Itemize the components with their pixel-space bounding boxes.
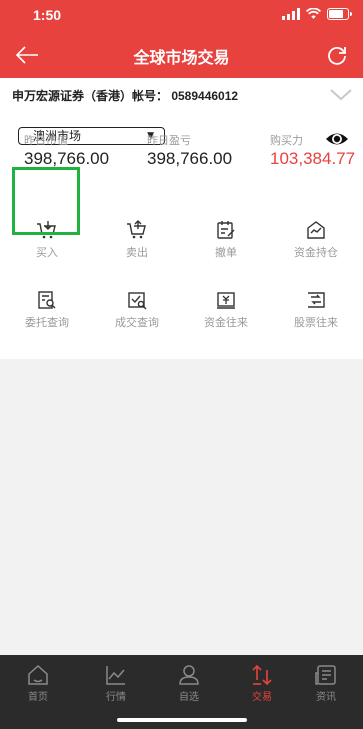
account-label: 申万宏源证券（香港）帐号： 0589446012 bbox=[12, 89, 239, 103]
nav-bar: 全球市场交易 bbox=[0, 32, 363, 78]
action-cancel-order[interactable]: 撤单 bbox=[181, 220, 271, 278]
user-icon bbox=[179, 665, 199, 685]
action-buy-label: 买入 bbox=[36, 247, 58, 259]
position-icon bbox=[307, 221, 325, 239]
metric-label-buying-power: 购买力 bbox=[270, 135, 303, 147]
home-indicator bbox=[117, 718, 247, 722]
action-trade-query-label: 成交查询 bbox=[115, 317, 159, 329]
tab-home-label: 首页 bbox=[28, 692, 48, 703]
cancel-order-icon bbox=[217, 221, 235, 239]
action-order-query[interactable]: 委托查询 bbox=[2, 290, 92, 348]
action-position-label: 资金持仓 bbox=[294, 247, 338, 259]
buy-highlight-box bbox=[12, 167, 80, 235]
metric-label-profit: 昨日盈亏 bbox=[147, 135, 191, 147]
refresh-icon[interactable] bbox=[325, 43, 349, 67]
fund-transfer-icon bbox=[217, 292, 235, 309]
account-selector[interactable]: 申万宏源证券（香港）帐号： 0589446012 bbox=[0, 78, 363, 113]
tab-trade[interactable]: 交易 bbox=[226, 663, 298, 703]
trade-icon bbox=[252, 664, 272, 686]
status-bar: 1:50 bbox=[0, 0, 363, 32]
trade-card: 澳洲市场 ▼ 昨日市值 398,766.00 昨日盈亏 398,766.00 购… bbox=[0, 112, 363, 359]
trade-query-icon bbox=[128, 292, 147, 310]
battery-icon bbox=[327, 8, 352, 20]
tab-news[interactable]: 资讯 bbox=[290, 663, 362, 703]
page-title: 全球市场交易 bbox=[133, 50, 230, 67]
metric-value-buying-power: 103,384.77 bbox=[270, 149, 356, 168]
signal-icon bbox=[282, 8, 300, 20]
tab-home[interactable]: 首页 bbox=[2, 663, 74, 703]
action-fund-transfer-label: 资金往来 bbox=[204, 317, 248, 329]
action-stock-transfer[interactable]: 股票往来 bbox=[271, 290, 361, 348]
tab-watchlist-label: 自选 bbox=[179, 692, 199, 703]
status-time: 1:50 bbox=[33, 7, 62, 23]
wifi-icon bbox=[306, 8, 321, 19]
action-fund-transfer[interactable]: 资金往来 bbox=[181, 290, 271, 348]
metric-value-market-value: 398,766.00 bbox=[24, 149, 110, 168]
stock-transfer-icon bbox=[308, 292, 325, 308]
chart-icon bbox=[106, 666, 125, 685]
tab-news-label: 资讯 bbox=[316, 692, 336, 703]
chevron-down-icon[interactable] bbox=[329, 86, 353, 102]
news-icon bbox=[315, 665, 336, 685]
cart-out-icon bbox=[127, 220, 146, 239]
metric-value-profit: 398,766.00 bbox=[147, 149, 233, 168]
order-query-icon bbox=[38, 291, 56, 309]
action-stock-transfer-label: 股票往来 bbox=[294, 317, 338, 329]
home-icon bbox=[28, 664, 48, 685]
metrics-row: 昨日市值 398,766.00 昨日盈亏 398,766.00 购买力 103,… bbox=[0, 132, 363, 172]
action-sell[interactable]: 卖出 bbox=[92, 220, 182, 278]
tab-market[interactable]: 行情 bbox=[80, 663, 152, 703]
action-trade-query[interactable]: 成交查询 bbox=[92, 290, 182, 348]
action-position[interactable]: 资金持仓 bbox=[271, 220, 361, 278]
action-cancel-order-label: 撤单 bbox=[215, 247, 237, 259]
tab-market-label: 行情 bbox=[106, 692, 126, 703]
status-icons bbox=[282, 8, 352, 20]
action-sell-label: 卖出 bbox=[126, 247, 148, 259]
metric-label-market-value: 昨日市值 bbox=[24, 135, 68, 147]
tab-watchlist[interactable]: 自选 bbox=[153, 663, 225, 703]
action-order-query-label: 委托查询 bbox=[25, 317, 69, 329]
tab-trade-label: 交易 bbox=[252, 692, 272, 703]
